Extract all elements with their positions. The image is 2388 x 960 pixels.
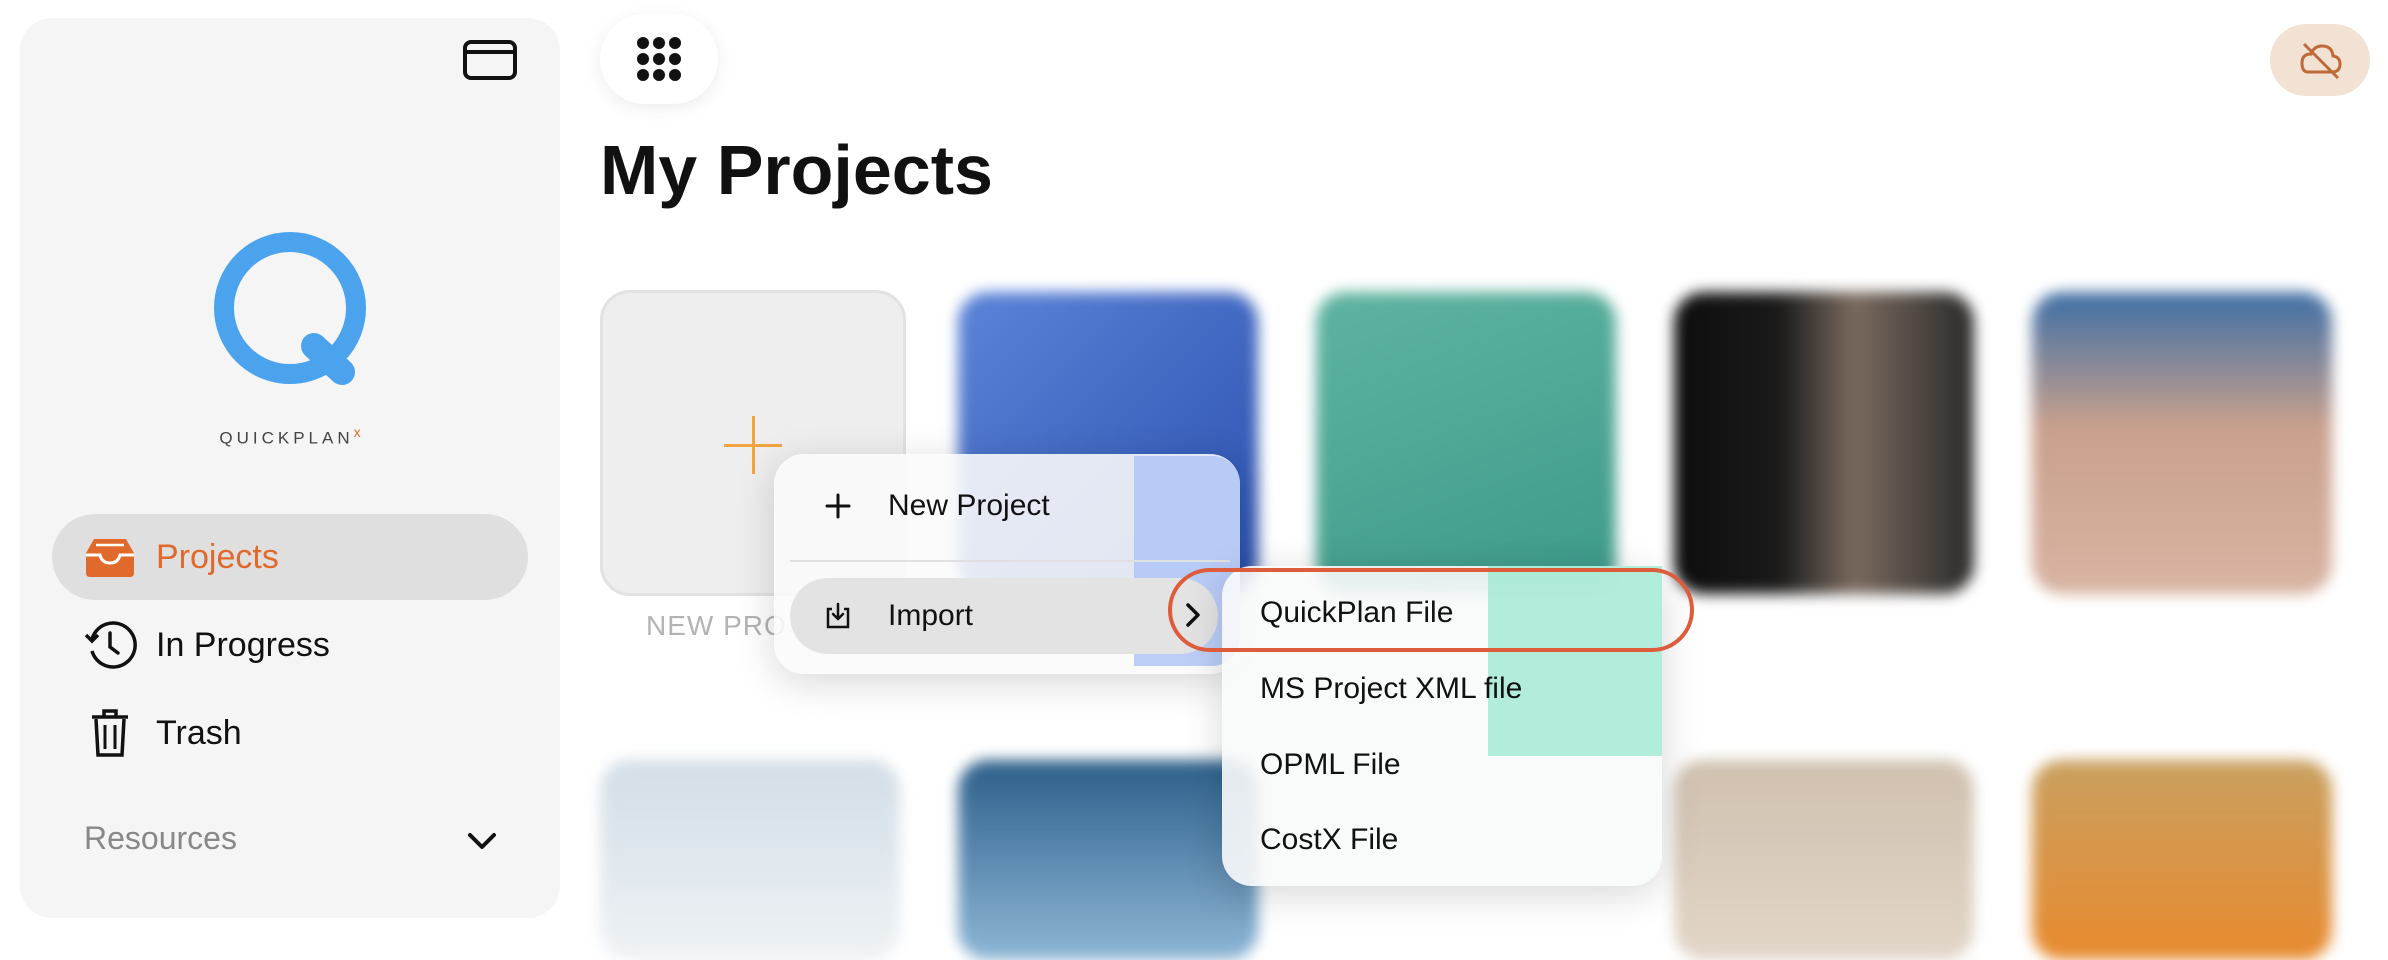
project-tile[interactable] [2032,292,2332,594]
sidebar-item-label: Projects [156,537,279,576]
sidebar-toggle-icon[interactable] [463,40,517,80]
submenu-item-ms-project-xml[interactable]: MS Project XML file [1260,672,1522,706]
menu-item-new-project[interactable]: New Project [790,468,1230,544]
cloud-sync-button[interactable] [2270,24,2370,96]
app-grid-button[interactable] [600,14,718,104]
plus-icon [818,486,858,526]
history-icon [82,617,138,673]
tray-icon [82,529,138,585]
project-tile[interactable] [958,760,1258,960]
project-tile[interactable] [1674,760,1974,960]
submenu-item-opml-file[interactable]: OPML File [1260,748,1401,782]
grid-icon [637,37,681,81]
sidebar-item-projects[interactable]: Projects [52,514,528,600]
new-project-label: NEW PRO [646,610,787,641]
project-tile[interactable] [600,760,900,960]
project-tile[interactable] [2032,760,2332,960]
import-icon [818,596,858,636]
sidebar-item-label: In Progress [156,625,330,664]
trash-icon [82,705,138,761]
resources-section-label[interactable]: Resources [84,820,237,857]
project-tile[interactable] [1316,292,1616,594]
chevron-down-icon[interactable] [464,826,500,856]
menu-divider [790,560,1230,562]
project-tile[interactable] [1674,292,1974,594]
submenu-item-costx-file[interactable]: CostX File [1260,823,1398,857]
menu-item-import[interactable]: Import [790,578,1218,654]
sidebar-item-trash[interactable]: Trash [52,690,528,776]
logo-wordmark: QUICKPLANx [219,424,361,448]
sidebar-item-label: Trash [156,713,242,752]
sidebar [20,18,560,918]
highlight-annotation [1168,568,1694,652]
page-title: My Projects [600,131,993,209]
plus-icon [752,416,755,474]
sidebar-item-in-progress[interactable]: In Progress [52,602,528,688]
quickplan-logo [214,232,366,385]
cloud-off-icon [2300,42,2342,80]
